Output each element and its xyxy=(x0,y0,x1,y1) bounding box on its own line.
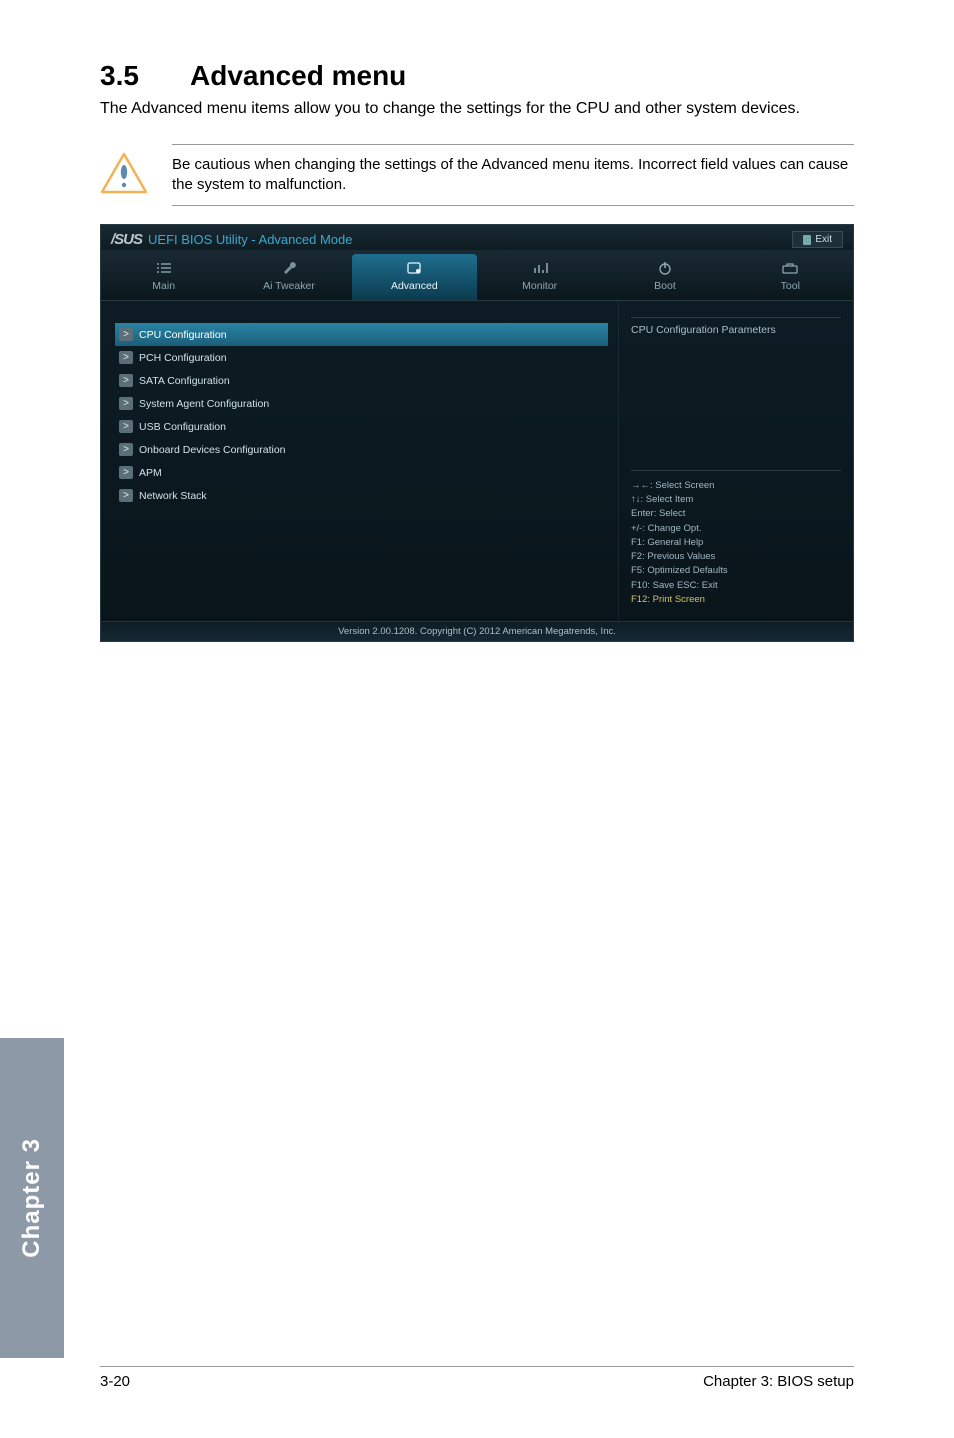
warning-block: Be cautious when changing the settings o… xyxy=(100,144,854,207)
tab-label: Tool xyxy=(728,280,853,292)
tab-label: Ai Tweaker xyxy=(226,280,351,292)
help-line: Enter: Select xyxy=(631,507,841,521)
help-line: +/-: Change Opt. xyxy=(631,522,841,536)
key-help: →←: Select Screen ↑↓: Select Item Enter:… xyxy=(631,470,841,607)
caution-icon xyxy=(100,144,154,199)
section-title: Advanced menu xyxy=(190,60,406,91)
menu-item-system-agent-configuration[interactable]: > System Agent Configuration xyxy=(115,392,608,415)
menu-label: SATA Configuration xyxy=(139,375,230,387)
power-icon xyxy=(602,260,727,276)
menu-label: Onboard Devices Configuration xyxy=(139,444,286,456)
tab-label: Boot xyxy=(602,280,727,292)
submenu-arrow-icon: > xyxy=(119,443,133,456)
footer-chapter: Chapter 3: BIOS setup xyxy=(703,1373,854,1390)
bios-help-panel: CPU Configuration Parameters →←: Select … xyxy=(618,301,853,621)
section-heading: 3.5Advanced menu xyxy=(100,60,854,92)
bios-footer: Version 2.00.1208. Copyright (C) 2012 Am… xyxy=(101,621,853,641)
help-line: F12: Print Screen xyxy=(631,593,841,607)
menu-item-network-stack[interactable]: > Network Stack xyxy=(115,484,608,507)
submenu-arrow-icon: > xyxy=(119,351,133,364)
chapter-side-label: Chapter 3 xyxy=(18,1138,46,1258)
menu-item-cpu-configuration[interactable]: > CPU Configuration xyxy=(115,323,608,346)
chart-icon xyxy=(477,260,602,276)
tab-boot[interactable]: Boot xyxy=(602,254,727,300)
tab-ai-tweaker[interactable]: Ai Tweaker xyxy=(226,254,351,300)
list-icon xyxy=(101,260,226,276)
page-number: 3-20 xyxy=(100,1373,130,1390)
submenu-arrow-icon: > xyxy=(119,328,133,341)
tab-tool[interactable]: Tool xyxy=(728,254,853,300)
menu-label: USB Configuration xyxy=(139,421,226,433)
menu-item-sata-configuration[interactable]: > SATA Configuration xyxy=(115,369,608,392)
menu-label: CPU Configuration xyxy=(139,329,227,341)
submenu-arrow-icon: > xyxy=(119,466,133,479)
help-line: ↑↓: Select Item xyxy=(631,493,841,507)
tab-advanced[interactable]: Advanced xyxy=(352,254,477,300)
bios-titlebar: /SUS UEFI BIOS Utility - Advanced Mode E… xyxy=(101,225,853,250)
menu-item-apm[interactable]: > APM xyxy=(115,461,608,484)
menu-label: Network Stack xyxy=(139,490,207,502)
warning-text: Be cautious when changing the settings o… xyxy=(172,144,854,207)
help-line: F2: Previous Values xyxy=(631,550,841,564)
help-line: F1: General Help xyxy=(631,536,841,550)
menu-item-usb-configuration[interactable]: > USB Configuration xyxy=(115,415,608,438)
tab-label: Monitor xyxy=(477,280,602,292)
tab-label: Advanced xyxy=(352,280,477,292)
menu-item-onboard-devices-configuration[interactable]: > Onboard Devices Configuration xyxy=(115,438,608,461)
bios-menu-panel: > CPU Configuration > PCH Configuration … xyxy=(101,301,618,621)
toolbox-icon xyxy=(728,260,853,276)
submenu-arrow-icon: > xyxy=(119,397,133,410)
brand-logo: /SUS xyxy=(111,231,142,248)
bios-tabs: Main Ai Tweaker Advanced Monitor xyxy=(101,250,853,301)
exit-button[interactable]: Exit xyxy=(792,231,843,248)
help-line: F5: Optimized Defaults xyxy=(631,564,841,578)
submenu-arrow-icon: > xyxy=(119,420,133,433)
submenu-arrow-icon: > xyxy=(119,374,133,387)
tab-label: Main xyxy=(101,280,226,292)
wrench-icon xyxy=(226,260,351,276)
tab-monitor[interactable]: Monitor xyxy=(477,254,602,300)
exit-icon xyxy=(803,235,811,245)
chip-icon xyxy=(352,260,477,276)
page-footer: 3-20 Chapter 3: BIOS setup xyxy=(100,1366,854,1390)
menu-label: APM xyxy=(139,467,162,479)
tab-main[interactable]: Main xyxy=(101,254,226,300)
bios-screenshot: /SUS UEFI BIOS Utility - Advanced Mode E… xyxy=(100,224,854,642)
menu-label: PCH Configuration xyxy=(139,352,227,364)
help-header: CPU Configuration Parameters xyxy=(631,317,841,336)
section-number: 3.5 xyxy=(100,60,190,92)
menu-item-pch-configuration[interactable]: > PCH Configuration xyxy=(115,346,608,369)
section-intro: The Advanced menu items allow you to cha… xyxy=(100,98,854,120)
chapter-side-tab: Chapter 3 xyxy=(0,1038,64,1358)
help-line: →←: Select Screen xyxy=(631,479,841,493)
bios-title: UEFI BIOS Utility - Advanced Mode xyxy=(148,232,352,247)
menu-label: System Agent Configuration xyxy=(139,398,269,410)
exit-label: Exit xyxy=(815,234,832,245)
submenu-arrow-icon: > xyxy=(119,489,133,502)
help-line: F10: Save ESC: Exit xyxy=(631,579,841,593)
